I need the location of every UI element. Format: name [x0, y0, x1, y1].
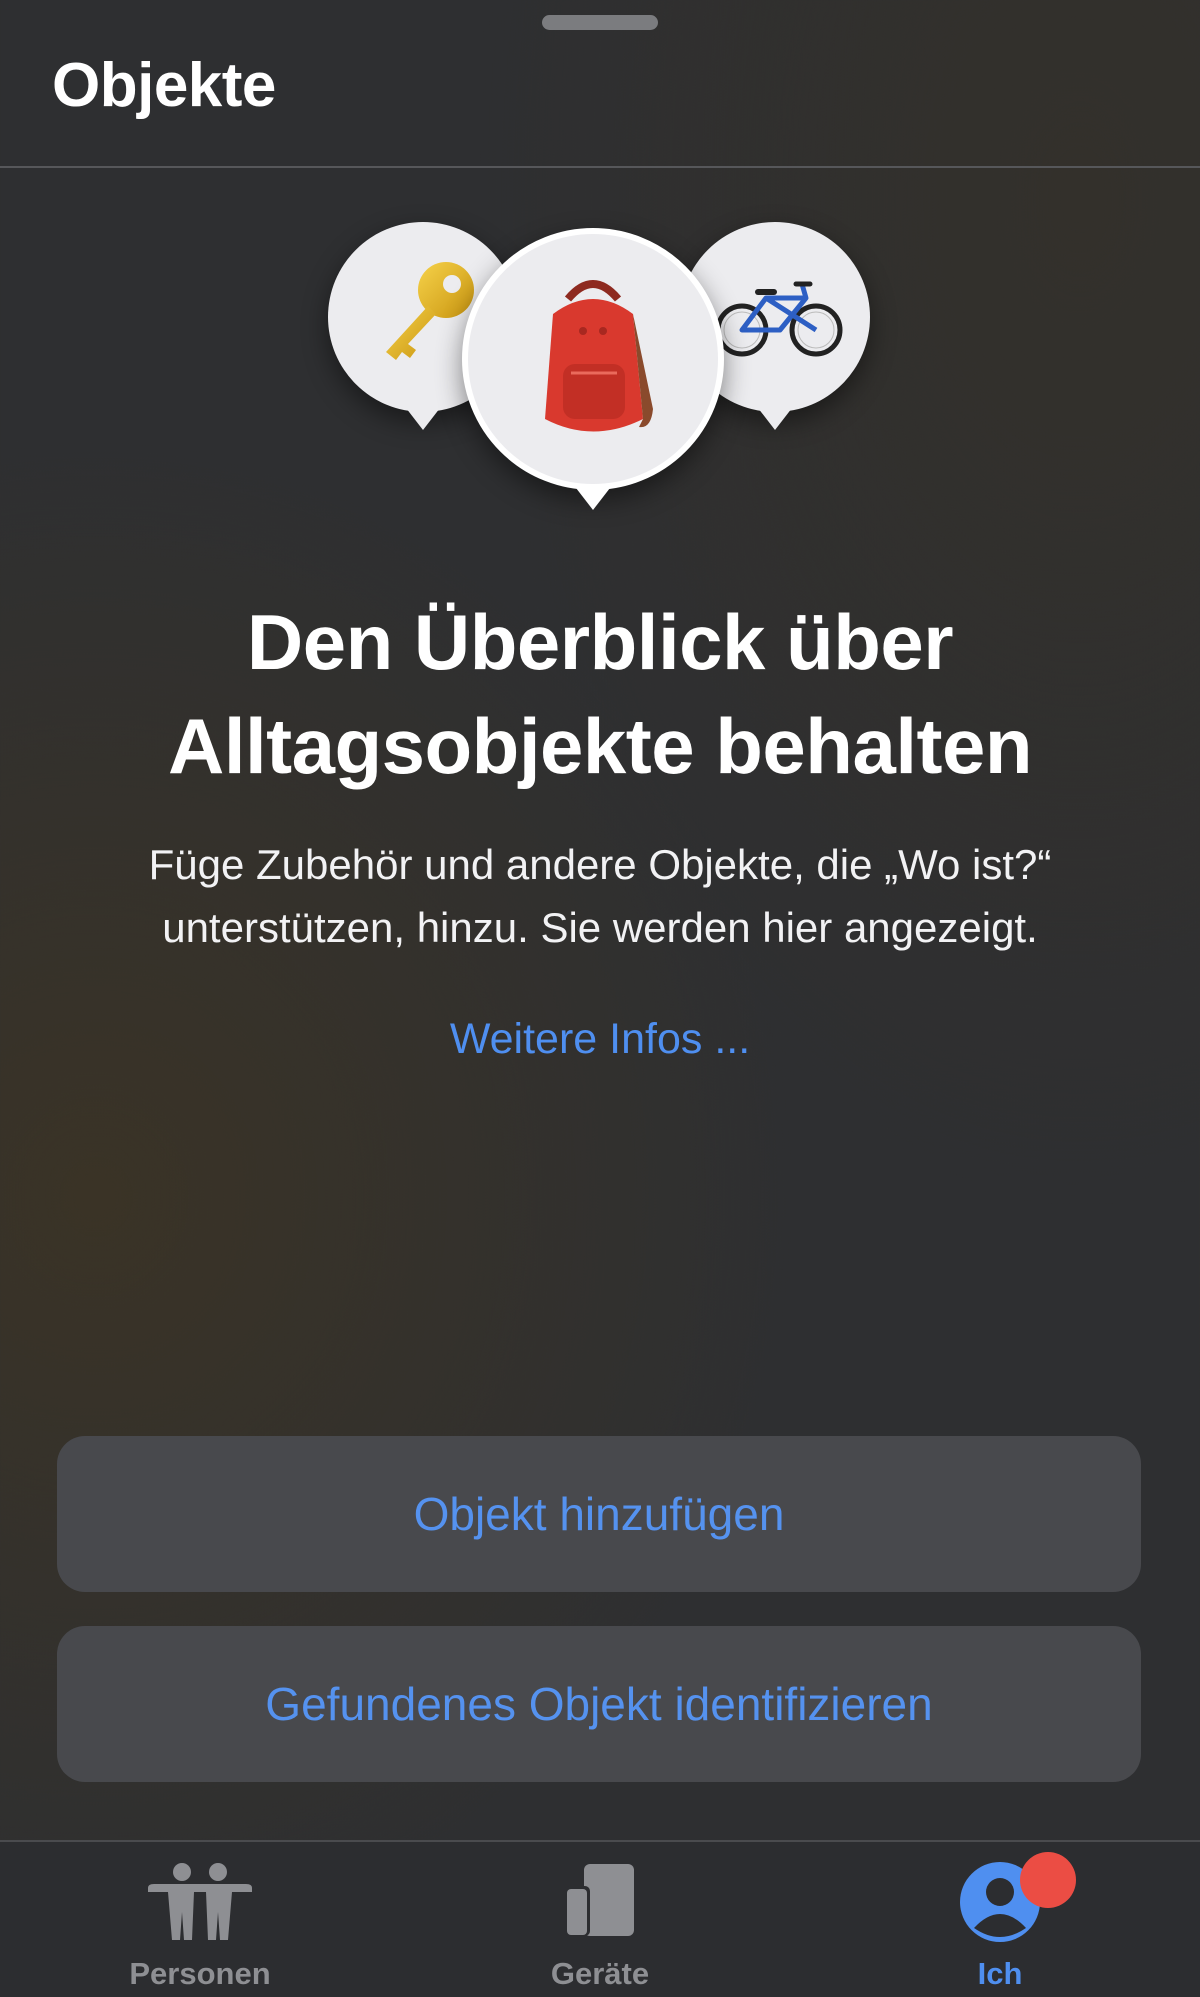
tab-me-label: Ich — [977, 1956, 1023, 1991]
bicycle-icon — [715, 281, 843, 357]
items-sheet: Objekte Den Überblick über Alltagsobjekt… — [0, 0, 1200, 1997]
empty-state-title: Den Überblick über Alltagsobjekte behalt… — [167, 598, 1033, 790]
people-icon — [148, 1863, 252, 1940]
notification-badge — [1020, 1852, 1076, 1908]
sheet-grabber[interactable] — [542, 15, 658, 30]
identify-found-item-button[interactable]: Gefundenes Objekt identifizieren — [57, 1626, 1141, 1782]
tab-devices-label: Geräte — [550, 1956, 650, 1991]
tab-me[interactable]: Ich — [870, 1842, 1130, 1997]
add-item-button[interactable]: Objekt hinzufügen — [57, 1436, 1141, 1592]
page-title: Objekte — [52, 51, 276, 120]
backpack-pin — [462, 228, 724, 490]
learn-more-link[interactable]: Weitere Infos ... — [0, 1015, 1200, 1064]
tab-people[interactable]: Personen — [70, 1842, 330, 1997]
empty-state-description: Füge Zubehör und andere Objekte, die „Wo… — [148, 841, 1052, 951]
devices-icon — [564, 1864, 634, 1936]
tab-people-label: Personen — [129, 1956, 271, 1991]
backpack-icon — [545, 280, 653, 432]
tab-devices[interactable]: Geräte — [470, 1842, 730, 1997]
header-divider — [0, 166, 1200, 168]
tab-bar: Personen Geräte Ich — [0, 1840, 1200, 1997]
